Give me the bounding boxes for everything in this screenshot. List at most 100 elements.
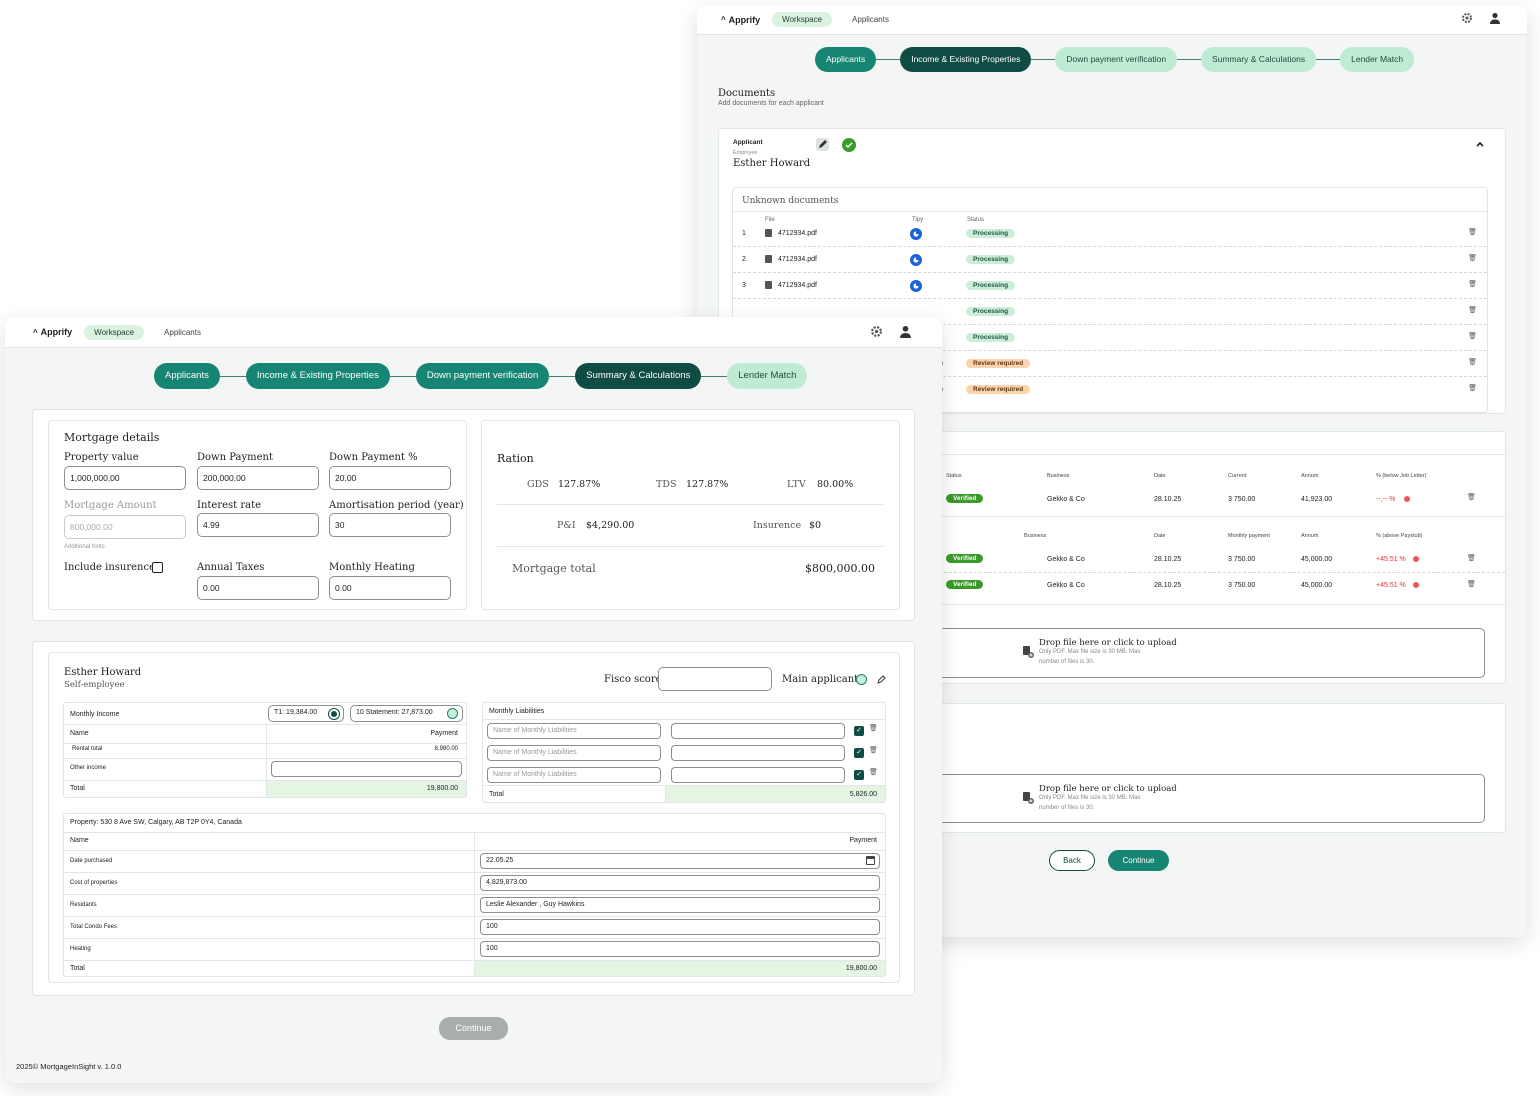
nav-applicants[interactable]: Applicants	[852, 15, 889, 24]
liability-name-input[interactable]: Name of Monthly Liabilities	[487, 767, 661, 783]
drop-zone[interactable]: Drop file here or click to upload Only P…	[924, 628, 1485, 678]
income-header: Status	[946, 473, 962, 479]
mortgage-details-card: Mortgage details Property value 1,000,00…	[48, 420, 467, 610]
documents-title: Documents	[718, 88, 776, 99]
drop-zone-2[interactable]: Drop file here or click to upload Only P…	[924, 774, 1485, 823]
trash-icon[interactable]: 🗑	[869, 768, 878, 776]
income-total-value: 19,800.00	[426, 785, 458, 792]
drop-title: Drop file here or click to upload	[1039, 638, 1177, 648]
trash-icon[interactable]: 🗑	[1467, 580, 1476, 588]
doc-file-name[interactable]: 4712934.pdf	[778, 282, 817, 289]
doc-row[interactable]: 3 4712934.pdf Processing 🗑	[733, 277, 1487, 299]
step-applicants[interactable]: Applicants	[154, 363, 220, 389]
annual-taxes-input[interactable]: 0.00	[197, 576, 319, 600]
step-lender-match[interactable]: Lender Match	[1340, 47, 1415, 72]
monthly-heating-input[interactable]: 0.00	[329, 576, 451, 600]
doc-file-name[interactable]: 4712934.pdf	[778, 256, 817, 263]
main-applicant-radio[interactable]	[856, 674, 867, 685]
tds-value: 127.87%	[686, 479, 729, 490]
liability-amount-input[interactable]	[671, 745, 845, 761]
fisco-score-input[interactable]	[658, 667, 772, 691]
property-row-input[interactable]: 100	[480, 941, 880, 957]
property-table: Property: 530 8 Ave SW, Calgary, AB T2P …	[63, 813, 886, 977]
insurance-value: $0	[809, 520, 822, 531]
liability-checkbox[interactable]: ✓	[854, 748, 864, 758]
liability-checkbox[interactable]: ✓	[854, 726, 864, 736]
check-circle-icon	[842, 138, 856, 152]
user-icon[interactable]	[1489, 12, 1501, 24]
property-row-input[interactable]: 100	[480, 919, 880, 935]
step-down-payment[interactable]: Down payment verification	[1055, 47, 1178, 72]
status-badge: Verified	[946, 580, 984, 589]
property-total-value: 19,800.00	[845, 965, 877, 972]
step-down-payment[interactable]: Down payment verification	[415, 363, 550, 389]
property-header-payment: Payment	[849, 837, 877, 844]
interest-rate-input[interactable]: 4.99	[197, 513, 319, 537]
step-income[interactable]: Income & Existing Properties	[245, 363, 390, 389]
property-row-input[interactable]: 4,829,873.00	[480, 875, 880, 891]
income-pct: --,-- %	[1376, 496, 1396, 503]
nav-applicants[interactable]: Applicants	[164, 328, 201, 337]
liability-name-input[interactable]: Name of Monthly Liabilities	[487, 745, 661, 761]
status-badge: Processing	[966, 307, 1016, 316]
property-row-input[interactable]: Leslie Alexander , Guy Hawkins	[480, 897, 880, 913]
doc-row-number: 2	[742, 256, 746, 263]
logo-mark-icon: ^	[33, 327, 38, 337]
calendar-icon[interactable]	[866, 856, 875, 865]
statement-radio[interactable]	[447, 708, 458, 719]
income-header: Date	[1154, 473, 1166, 479]
liability-amount-input[interactable]	[671, 767, 845, 783]
down-payment-input[interactable]: 200,000.00	[197, 466, 319, 490]
chevron-up-icon[interactable]	[1476, 141, 1484, 147]
logo-text: Apprify	[728, 14, 761, 25]
amortisation-label: Amortisation period (year)	[329, 500, 464, 511]
mortgage-title: Mortgage details	[64, 431, 160, 444]
liability-name-input[interactable]: Name of Monthly Liabilities	[487, 723, 661, 739]
trash-icon[interactable]: 🗑	[1468, 384, 1477, 392]
logo[interactable]: ^ Apprify	[721, 15, 760, 25]
property-row-input[interactable]: 22.05.25	[480, 853, 880, 869]
back-button[interactable]: Back	[1049, 850, 1095, 871]
continue-button[interactable]: Continue	[439, 1017, 508, 1040]
t1-option[interactable]: T1: 19,384.00	[268, 705, 344, 722]
nav-workspace[interactable]: Workspace	[772, 12, 833, 27]
down-payment-pct-input[interactable]: 20.00	[329, 466, 451, 490]
user-icon[interactable]	[899, 325, 912, 338]
t1-radio[interactable]	[329, 709, 339, 719]
trash-icon[interactable]: 🗑	[1468, 280, 1477, 288]
step-lender-match[interactable]: Lender Match	[727, 363, 808, 389]
edit-pencil-icon[interactable]	[877, 675, 886, 684]
trash-icon[interactable]: 🗑	[1468, 228, 1477, 236]
nav-workspace[interactable]: Workspace	[84, 324, 145, 340]
step-income[interactable]: Income & Existing Properties	[900, 47, 1032, 72]
income-pct: +45.51 %	[1376, 556, 1406, 563]
gear-icon[interactable]	[1461, 12, 1473, 24]
other-income-input[interactable]	[271, 761, 462, 777]
trash-icon[interactable]: 🗑	[1467, 554, 1476, 562]
trash-icon[interactable]: 🗑	[1468, 306, 1477, 314]
continue-button-back[interactable]: Continue	[1108, 850, 1169, 871]
trash-icon[interactable]: 🗑	[1467, 493, 1476, 501]
step-summary[interactable]: Summary & Calculations	[575, 363, 702, 389]
step-applicants[interactable]: Applicants	[815, 47, 877, 72]
liability-amount-input[interactable]	[671, 723, 845, 739]
mortgage-amount-input: 800,000.00	[64, 515, 186, 539]
trash-icon[interactable]: 🗑	[1468, 358, 1477, 366]
logo[interactable]: ^ Apprify	[33, 327, 72, 337]
income-cell: Gekko & Co	[1047, 556, 1085, 563]
trash-icon[interactable]: 🗑	[869, 746, 878, 754]
property-value-input[interactable]: 1,000,000.00	[64, 466, 186, 490]
edit-icon[interactable]	[816, 138, 829, 151]
include-insurance-checkbox[interactable]	[152, 562, 163, 573]
statement-option[interactable]: 10 Statement: 27,873.00	[350, 705, 463, 722]
doc-file-name[interactable]: 4712934.pdf	[778, 230, 817, 237]
doc-row[interactable]: 2 4712934.pdf Processing 🗑	[733, 251, 1487, 273]
gear-icon[interactable]	[870, 325, 883, 338]
trash-icon[interactable]: 🗑	[1468, 254, 1477, 262]
trash-icon[interactable]: 🗑	[869, 724, 878, 732]
trash-icon[interactable]: 🗑	[1468, 332, 1477, 340]
liability-checkbox[interactable]: ✓	[854, 770, 864, 780]
amortisation-input[interactable]: 30	[329, 513, 451, 537]
step-summary[interactable]: Summary & Calculations	[1201, 47, 1317, 72]
doc-row[interactable]: 1 4712934.pdf Processing 🗑	[733, 225, 1487, 247]
